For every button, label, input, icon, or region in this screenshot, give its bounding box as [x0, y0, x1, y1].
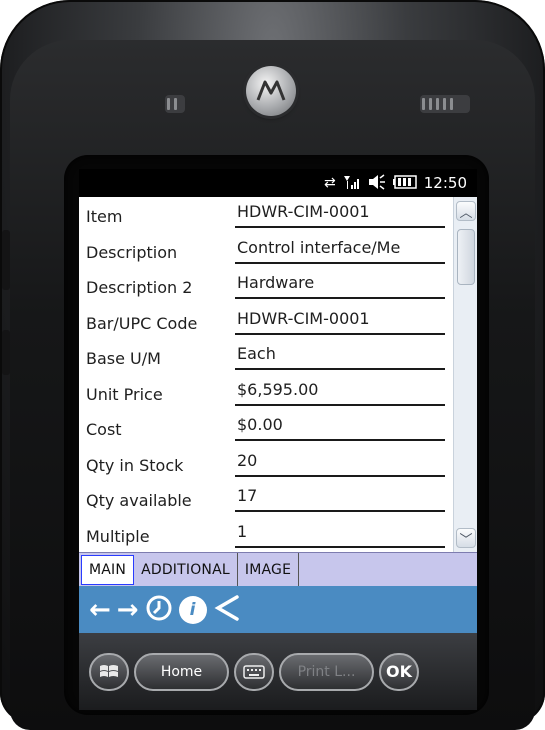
forward-arrow-icon[interactable]: →: [117, 597, 139, 623]
field-value[interactable]: 20: [235, 451, 445, 477]
field-value[interactable]: Hardware: [235, 273, 445, 299]
form-row: Description Control interface/Me: [79, 233, 453, 268]
speaker-left: [165, 95, 185, 113]
motorola-logo-icon: [256, 80, 286, 101]
field-label: Qty available: [86, 491, 192, 510]
form-row: Item HDWR-CIM-0001: [79, 197, 453, 232]
battery-icon: [392, 174, 417, 192]
tab-image[interactable]: IMAGE: [237, 553, 300, 587]
field-label: Base U/M: [86, 349, 161, 368]
form-row: Qty available 17: [79, 481, 453, 516]
field-value[interactable]: $6,595.00: [235, 380, 445, 406]
windows-flag-icon: [100, 664, 118, 677]
side-button-2[interactable]: [2, 330, 10, 375]
motorola-logo: [246, 66, 296, 116]
field-value[interactable]: $0.00: [235, 415, 445, 441]
side-button[interactable]: [2, 230, 10, 290]
home-button[interactable]: Home: [134, 652, 229, 691]
field-value[interactable]: HDWR-CIM-0001: [235, 309, 445, 335]
tab-bar: MAIN ADDITIONAL IMAGE: [79, 552, 477, 587]
form-row: Qty in Stock 20: [79, 446, 453, 481]
item-form: Item HDWR-CIM-0001 Description Control inte…: [79, 197, 453, 552]
phone-device: ⇄ 12:50 Item HDWR-CIM-0001 Description Cont…: [0, 0, 545, 730]
tab-main[interactable]: MAIN: [81, 555, 135, 585]
keyboard-button[interactable]: [234, 652, 274, 691]
tab-additional[interactable]: ADDITIONAL: [134, 553, 238, 587]
status-bar: ⇄ 12:50: [79, 169, 477, 197]
back-arrow-icon[interactable]: ←: [89, 597, 111, 623]
form-row: Cost $0.00: [79, 410, 453, 445]
info-icon[interactable]: i: [178, 595, 207, 624]
field-label: Cost: [86, 420, 122, 439]
field-label: Qty in Stock: [86, 455, 184, 475]
field-label: Unit Price: [86, 384, 163, 404]
form-row: Description 2 Hardware: [79, 268, 453, 303]
form-row: Bar/UPC Code HDWR-CIM-0001: [79, 304, 453, 339]
field-label: Multiple: [86, 526, 150, 546]
speaker-right: [420, 95, 470, 113]
action-toolbar: ← → i: [79, 586, 477, 633]
field-label: Description: [86, 242, 178, 262]
field-label: Bar/UPC Code: [86, 313, 198, 333]
field-label: Description 2: [86, 278, 193, 297]
field-value[interactable]: HDWR-CIM-0001: [235, 202, 445, 228]
field-value[interactable]: Each: [235, 344, 445, 370]
form-row: Base U/M Each: [79, 339, 453, 374]
signal-icon: [343, 174, 361, 193]
volume-icon[interactable]: [368, 173, 386, 193]
ok-button[interactable]: OK: [379, 652, 419, 691]
field-label: Item: [86, 207, 123, 226]
scroll-up-icon[interactable]: ︿: [456, 201, 476, 221]
form-row: Multiple 1: [79, 517, 453, 552]
keyboard-icon: [243, 664, 265, 679]
soft-key-bar: Home Print L... OK: [79, 633, 477, 710]
form-row: Unit Price $6,595.00: [79, 375, 453, 410]
field-value[interactable]: Control interface/Me: [235, 238, 445, 264]
clock[interactable]: 12:50: [424, 174, 467, 192]
share-icon[interactable]: [213, 594, 241, 626]
scroll-thumb[interactable]: [457, 229, 475, 285]
field-value[interactable]: 17: [235, 486, 445, 512]
print-label-button[interactable]: Print L...: [279, 652, 374, 691]
history-clock-icon[interactable]: [145, 594, 173, 626]
vertical-scrollbar[interactable]: ︿ ﹀: [453, 197, 477, 552]
field-value[interactable]: 1: [235, 522, 445, 548]
sync-arrows-icon: ⇄: [324, 175, 336, 191]
screen: ⇄ 12:50 Item HDWR-CIM-0001 Description Cont…: [79, 169, 477, 710]
windows-start-button[interactable]: [89, 652, 129, 691]
scroll-down-icon[interactable]: ﹀: [456, 528, 476, 548]
